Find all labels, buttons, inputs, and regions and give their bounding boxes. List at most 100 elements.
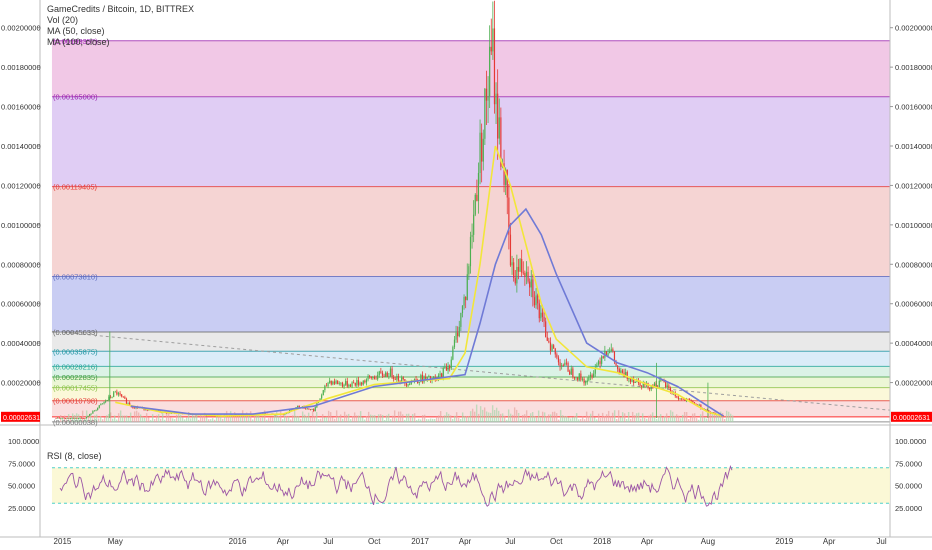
volume-bar (335, 410, 338, 422)
volume-bar (141, 416, 144, 422)
volume-bar (407, 413, 410, 422)
candle-body (495, 93, 497, 105)
volume-bar (497, 410, 500, 422)
fib-band (51, 366, 891, 377)
volume-bar (657, 416, 660, 422)
volume-bar (185, 417, 188, 422)
volume-bar (277, 416, 280, 422)
candle-body (580, 373, 582, 380)
volume-bar (409, 417, 412, 422)
volume-bar (267, 418, 270, 422)
volume-bar (369, 414, 372, 422)
volume-bar (261, 416, 264, 422)
volume-bar (729, 413, 732, 422)
volume-bar (169, 417, 172, 422)
candle-body (428, 376, 430, 377)
candle-body (297, 405, 299, 408)
candle-body (124, 396, 126, 399)
volume-bar (153, 419, 156, 422)
volume-bar (517, 412, 520, 422)
candle-body (105, 401, 107, 402)
candle-body (479, 132, 481, 173)
time-label: Oct (368, 537, 381, 546)
candle-body (343, 384, 345, 387)
volume-bar (145, 413, 148, 422)
candle-body (681, 398, 683, 400)
volume-bar (201, 416, 204, 422)
volume-bar (637, 412, 640, 422)
time-label: 2017 (411, 537, 429, 546)
candle-body (485, 88, 488, 101)
volume-bar (673, 415, 676, 422)
volume-bar (677, 415, 680, 422)
candle-body (556, 354, 558, 358)
volume-bar (415, 419, 418, 422)
candle-body (665, 382, 667, 387)
volume-bar (499, 413, 502, 422)
candle-body (362, 380, 364, 385)
candle-body (409, 384, 411, 385)
volume-bar (647, 415, 650, 422)
candle-body (609, 350, 611, 354)
candle-body (626, 372, 628, 379)
volume-bar (381, 415, 384, 422)
volume-bar (157, 414, 160, 422)
volume-bar (105, 415, 108, 422)
candle-body (610, 349, 612, 351)
volume-bar (195, 415, 198, 422)
fib-band (51, 96, 891, 187)
candle-body (452, 347, 454, 360)
volume-bar (511, 414, 514, 422)
volume-bar (259, 417, 262, 422)
candle-body (127, 402, 129, 404)
candle-body (492, 28, 494, 52)
candle-body (330, 380, 332, 385)
candle-body (591, 374, 593, 378)
volume-bar (327, 410, 330, 422)
candle-body (114, 391, 116, 393)
volume-bar (135, 410, 138, 422)
candle-body (514, 277, 516, 284)
volume-bar (469, 411, 472, 422)
fib-band (51, 40, 891, 97)
volume-bar (479, 406, 482, 422)
price-tick-label-left: 0.00200000 (1, 24, 41, 33)
fib-label: (0.00035875) (53, 347, 98, 356)
candle-body (593, 373, 595, 378)
candle-body (380, 371, 382, 373)
volume-bar (349, 419, 352, 422)
volume-bar (725, 410, 728, 422)
volume-bar (629, 418, 632, 422)
candle-body (321, 395, 323, 399)
volume-bar (249, 411, 252, 422)
rsi-tick-label-left: 25.0000 (8, 504, 35, 513)
candle-body (121, 394, 123, 397)
candle-body (522, 272, 524, 274)
volume-bar (493, 410, 496, 422)
volume-bar (275, 411, 278, 422)
candle-body (108, 396, 110, 401)
price-tick-label: 0.00120000 (895, 181, 932, 190)
volume-bar (559, 410, 562, 422)
volume-bar (443, 415, 446, 422)
volume-bar (291, 415, 294, 422)
volume-bar (695, 418, 698, 422)
volume-bar (437, 415, 440, 422)
candle-body (548, 340, 550, 343)
volume-bar (703, 417, 706, 422)
candle-body (389, 368, 392, 377)
volume-bar (619, 417, 622, 422)
volume-bar (163, 419, 166, 422)
volume-bar (151, 414, 154, 422)
candle-body (337, 380, 339, 385)
rsi-tick-label-left: 75.0000 (8, 459, 35, 468)
candle-body (497, 93, 499, 139)
volume-bar (271, 416, 274, 422)
candle-body (471, 234, 473, 237)
candle-body (517, 266, 520, 272)
time-label: Apr (823, 537, 836, 546)
volume-bar (181, 417, 184, 422)
volume-bar (221, 418, 224, 422)
candle-body (487, 96, 489, 101)
volume-bar (549, 414, 552, 422)
